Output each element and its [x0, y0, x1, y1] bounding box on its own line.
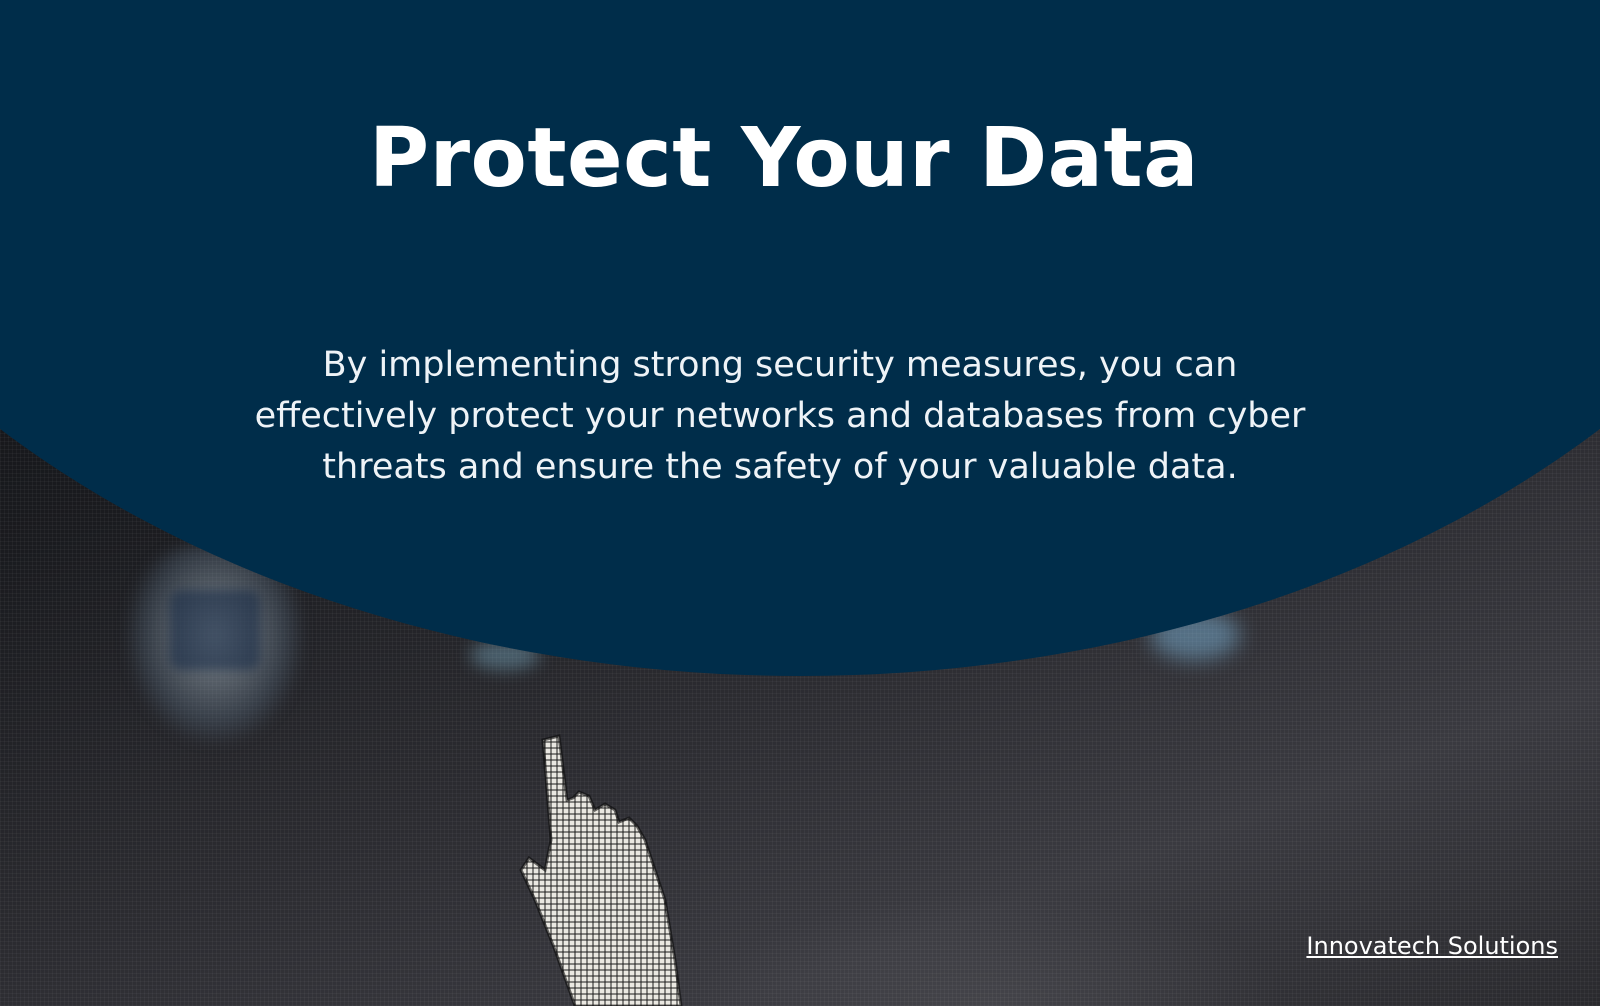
hero-description: By implementing strong security measures…: [254, 345, 1306, 487]
brand-link[interactable]: Innovatech Solutions: [1306, 932, 1558, 960]
page-title: Protect Your Data: [368, 111, 1200, 206]
blurred-shield-icon-inner: [170, 590, 260, 670]
slide: Protect Your Data By implementing strong…: [0, 0, 1600, 1006]
pointer-hand-cursor-icon: [519, 734, 683, 1006]
